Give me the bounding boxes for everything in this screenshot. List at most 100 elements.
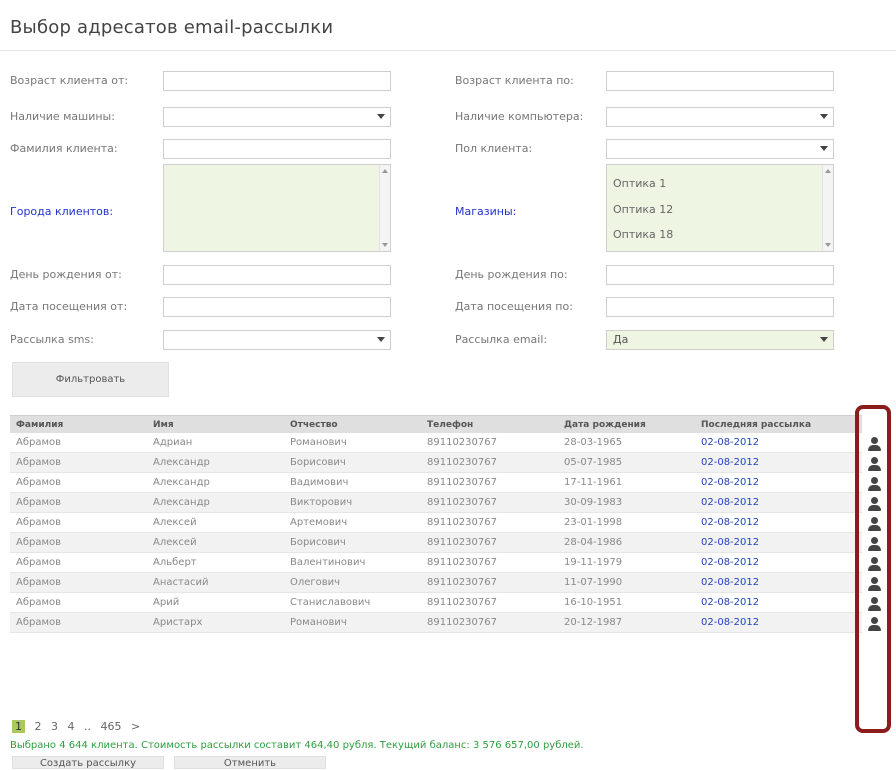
shop-option[interactable]: Оптика 1	[613, 177, 666, 190]
patronymic-cell: Станиславович	[284, 592, 421, 613]
cancel-button[interactable]: Отменить	[174, 756, 326, 769]
phone-cell: 89110230767	[421, 472, 558, 493]
age-from-label: Возраст клиента от:	[10, 74, 129, 87]
column-header[interactable]: Фамилия	[10, 415, 147, 433]
last-mailing-link[interactable]: 02-08-2012	[695, 492, 862, 513]
last-mailing-link[interactable]: 02-08-2012	[695, 572, 862, 593]
phone-cell: 89110230767	[421, 492, 558, 513]
last-mailing-link[interactable]: 02-08-2012	[695, 472, 862, 493]
cities-scrollbar[interactable]	[379, 165, 390, 251]
page-link[interactable]: 2	[35, 720, 42, 733]
filter-button[interactable]: Фильтровать	[12, 362, 169, 397]
birthday-to-input[interactable]	[606, 265, 834, 285]
table-row[interactable]: Абрамов Альберт Валентинович 89110230767…	[10, 552, 862, 573]
sms-select[interactable]	[163, 330, 391, 350]
page-link[interactable]: 3	[51, 720, 58, 733]
phone-cell: 89110230767	[421, 532, 558, 553]
last-mailing-link[interactable]: 02-08-2012	[695, 433, 862, 453]
has-car-select[interactable]	[163, 107, 391, 127]
patronymic-cell: Борисович	[284, 452, 421, 473]
visit-to-input[interactable]	[606, 297, 834, 317]
scroll-up-icon[interactable]	[382, 169, 388, 173]
page-link[interactable]: 465	[101, 720, 122, 733]
scroll-down-icon[interactable]	[825, 243, 831, 247]
age-to-input[interactable]	[606, 71, 834, 91]
table-row[interactable]: Абрамов Алексей Борисович 89110230767 28…	[10, 532, 862, 553]
table-row[interactable]: Абрамов Алексей Артемович 89110230767 23…	[10, 512, 862, 533]
cities-listbox[interactable]	[163, 164, 391, 252]
chevron-down-icon	[377, 337, 385, 342]
user-icon[interactable]	[868, 437, 881, 452]
shop-option[interactable]: Оптика 12	[613, 203, 673, 216]
user-icon[interactable]	[868, 477, 881, 492]
birthday-from-input[interactable]	[163, 265, 391, 285]
shops-scrollbar[interactable]	[822, 165, 833, 251]
surname-input[interactable]	[163, 139, 391, 159]
patronymic-cell: Борисович	[284, 532, 421, 553]
column-header[interactable]: Дата рождения	[558, 415, 695, 433]
shops-label[interactable]: Магазины:	[455, 205, 516, 218]
has-computer-select[interactable]	[606, 107, 834, 127]
patronymic-cell: Романович	[284, 612, 421, 633]
next-page-link[interactable]: >	[131, 720, 140, 733]
create-mailing-button[interactable]: Создать рассылку	[12, 756, 164, 769]
birthdate-cell: 11-07-1990	[558, 572, 695, 593]
name-cell: Александр	[147, 452, 284, 473]
last-mailing-link[interactable]: 02-08-2012	[695, 592, 862, 613]
visit-from-input[interactable]	[163, 297, 391, 317]
birthdate-cell: 16-10-1951	[558, 592, 695, 613]
column-header[interactable]: Отчество	[284, 415, 421, 433]
column-header[interactable]: Телефон	[421, 415, 558, 433]
name-cell: Альберт	[147, 552, 284, 573]
last-mailing-link[interactable]: 02-08-2012	[695, 512, 862, 533]
birthdate-cell: 05-07-1985	[558, 452, 695, 473]
age-from-input[interactable]	[163, 71, 391, 91]
user-icon[interactable]	[868, 497, 881, 512]
visit-to-label: Дата посещения по:	[455, 300, 573, 313]
birthdate-cell: 19-11-1979	[558, 552, 695, 573]
surname-cell: Абрамов	[10, 592, 147, 613]
has-computer-label: Наличие компьютера:	[455, 110, 584, 123]
user-icon[interactable]	[868, 557, 881, 572]
email-select[interactable]: Да	[606, 330, 834, 350]
last-mailing-link[interactable]: 02-08-2012	[695, 552, 862, 573]
surname-cell: Абрамов	[10, 552, 147, 573]
scroll-up-icon[interactable]	[825, 169, 831, 173]
table-row[interactable]: Абрамов Адриан Романович 89110230767 28-…	[10, 433, 862, 453]
table-row[interactable]: Абрамов Александр Вадимович 89110230767 …	[10, 472, 862, 493]
user-icon[interactable]	[868, 617, 881, 632]
gender-select[interactable]	[606, 139, 834, 159]
column-header[interactable]: Имя	[147, 415, 284, 433]
table-row[interactable]: Абрамов Анастасий Олегович 89110230767 1…	[10, 572, 862, 593]
user-icon[interactable]	[868, 577, 881, 592]
cities-label[interactable]: Города клиентов:	[10, 205, 113, 218]
gender-label: Пол клиента:	[455, 142, 533, 155]
table-row[interactable]: Абрамов Арий Станиславович 89110230767 1…	[10, 592, 862, 613]
name-cell: Аристарх	[147, 612, 284, 633]
user-icon[interactable]	[868, 457, 881, 472]
page-link[interactable]: 4	[68, 720, 75, 733]
page-current[interactable]: 1	[12, 720, 25, 733]
shops-listbox[interactable]: Оптика 1 Оптика 12 Оптика 18	[606, 164, 834, 252]
table-row[interactable]: Абрамов Аристарх Романович 89110230767 2…	[10, 612, 862, 633]
user-icon[interactable]	[868, 517, 881, 532]
column-header[interactable]: Последняя рассылка	[695, 415, 862, 433]
last-mailing-link[interactable]: 02-08-2012	[695, 452, 862, 473]
user-icon[interactable]	[868, 537, 881, 552]
name-cell: Алексей	[147, 532, 284, 553]
shop-option[interactable]: Оптика 18	[613, 228, 673, 241]
surname-cell: Абрамов	[10, 492, 147, 513]
table-row[interactable]: Абрамов Александр Викторович 89110230767…	[10, 492, 862, 513]
birthdate-cell: 20-12-1987	[558, 612, 695, 633]
last-mailing-link[interactable]: 02-08-2012	[695, 612, 862, 633]
phone-cell: 89110230767	[421, 592, 558, 613]
birthdate-cell: 28-04-1986	[558, 532, 695, 553]
table-header-row: Фамилия Имя Отчество Телефон Дата рожден…	[10, 415, 862, 433]
birthdate-cell: 28-03-1965	[558, 433, 695, 453]
name-cell: Анастасий	[147, 572, 284, 593]
patronymic-cell: Валентинович	[284, 552, 421, 573]
scroll-down-icon[interactable]	[382, 243, 388, 247]
table-row[interactable]: Абрамов Александр Борисович 89110230767 …	[10, 452, 862, 473]
user-icon[interactable]	[868, 597, 881, 612]
last-mailing-link[interactable]: 02-08-2012	[695, 532, 862, 553]
